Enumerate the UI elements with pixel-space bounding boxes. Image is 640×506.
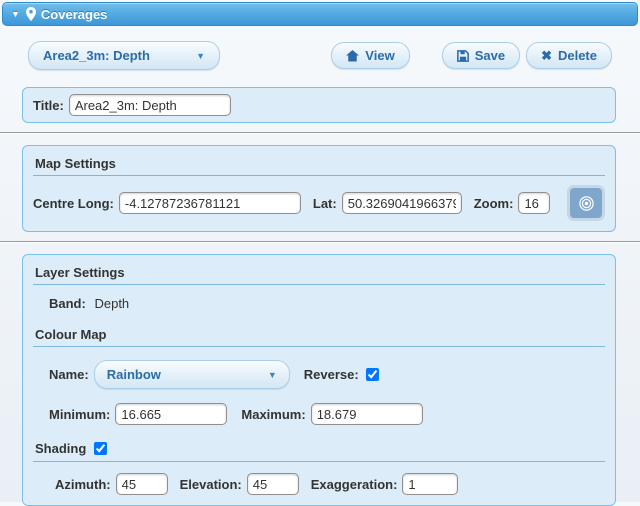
x-icon: ✖ [541,49,552,62]
lat-input[interactable] [342,192,462,214]
band-label: Band: [49,296,86,311]
coverage-select[interactable]: Area2_3m: Depth ▼ [28,41,220,70]
colour-map-name-label: Name: [49,367,89,382]
shading-checkbox[interactable] [94,442,107,455]
exaggeration-input[interactable] [402,473,458,495]
colour-map-name-value: Rainbow [107,367,161,382]
min-max-row: Minimum: Maximum: [33,403,605,439]
shading-heading-label: Shading [35,441,86,456]
map-settings-section: Map Settings Centre Long: Lat: Zoom: [22,145,616,232]
centre-long-input[interactable] [119,192,301,214]
map-pin-icon [26,7,36,21]
title-input[interactable] [69,94,231,116]
delete-button[interactable]: ✖ Delete [526,42,612,69]
chevron-down-icon: ▼ [196,51,205,61]
locate-on-map-button[interactable] [567,185,605,221]
collapse-caret-icon[interactable]: ▼ [11,10,20,19]
centre-long-label: Centre Long: [33,196,114,211]
azimuth-input[interactable] [116,473,168,495]
map-settings-heading: Map Settings [33,154,605,176]
zoom-label: Zoom: [474,196,514,211]
home-icon [346,50,359,62]
section-divider [0,241,640,243]
section-divider [0,132,640,134]
colour-map-name-select[interactable]: Rainbow ▼ [94,360,290,389]
floppy-disk-icon [457,50,469,62]
action-buttons: View Save ✖ Delete [331,42,612,69]
chevron-down-icon: ▼ [268,370,277,380]
layer-settings-heading: Layer Settings [33,263,605,285]
coverage-select-value: Area2_3m: Depth [43,48,150,63]
title-section: Title: [22,87,616,123]
zoom-input[interactable] [518,192,550,214]
layer-settings-section: Layer Settings Band: Depth Colour Map Na… [22,254,616,506]
band-row: Band: Depth [33,294,605,321]
maximum-label: Maximum: [241,407,305,422]
title-label: Title: [33,98,64,113]
azimuth-label: Azimuth: [55,477,111,492]
colour-map-name-row: Name: Rainbow ▼ Reverse: [33,356,605,403]
target-circles-icon [578,195,595,212]
delete-button-label: Delete [558,48,597,63]
panel-header[interactable]: ▼ Coverages [2,2,638,26]
view-button-label: View [365,48,394,63]
map-settings-row: Centre Long: Lat: Zoom: [33,185,605,221]
view-button[interactable]: View [331,42,409,69]
coverages-panel: ▼ Coverages Area2_3m: Depth ▼ View [0,2,640,502]
toolbar: Area2_3m: Depth ▼ View [0,26,640,70]
maximum-input[interactable] [311,403,423,425]
shading-params-row: Azimuth: Elevation: Exaggeration: [33,471,605,495]
reverse-label: Reverse: [304,367,359,382]
colour-map-heading: Colour Map [33,325,605,347]
exaggeration-label: Exaggeration: [311,477,398,492]
save-button[interactable]: Save [442,42,520,69]
minimum-label: Minimum: [49,407,110,422]
reverse-checkbox[interactable] [366,368,379,381]
shading-heading: Shading [33,439,605,462]
elevation-input[interactable] [247,473,299,495]
band-value: Depth [94,296,129,311]
save-button-label: Save [475,48,505,63]
lat-label: Lat: [313,196,337,211]
minimum-input[interactable] [115,403,227,425]
elevation-label: Elevation: [180,477,242,492]
panel-title: Coverages [41,7,107,22]
